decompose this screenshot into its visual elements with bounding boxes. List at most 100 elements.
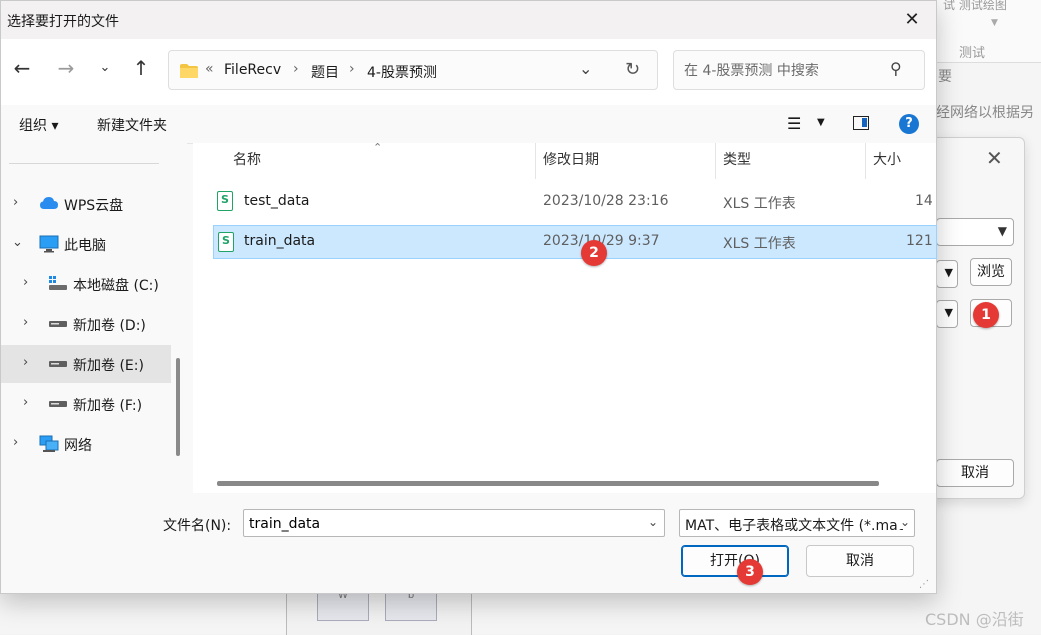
horizontal-scrollbar[interactable] (217, 481, 879, 486)
bg-ribbon: 试 测试绘图 ▼ 测试 (935, 0, 1041, 63)
cancel-button[interactable]: 取消 (806, 545, 914, 577)
bg-ribbon-label: 测试 (959, 46, 986, 61)
bg-select-caret-icon: ▼ (997, 224, 1007, 238)
expand-chevron-icon[interactable]: › (13, 435, 18, 450)
organize-menu[interactable]: 组织 ▾ (19, 115, 58, 135)
close-icon[interactable]: ✕ (896, 5, 928, 35)
bg-close-icon[interactable]: ✕ (986, 146, 1003, 170)
watermark: CSDN @沿街 (925, 610, 1024, 629)
bg-diagram: W b (286, 588, 472, 635)
file-name: train_data (244, 233, 316, 249)
drive-icon (49, 361, 67, 367)
column-header-type[interactable]: 类型 (723, 143, 751, 179)
filetype-dropdown-chevron-icon[interactable]: ⌄ (896, 515, 910, 529)
filename-label: 文件名(N): (163, 518, 232, 534)
command-toolbar: 组织 ▾ 新建文件夹 ☰ ▼ ? (1, 105, 936, 144)
column-header-name[interactable]: 名称 (233, 143, 261, 179)
preview-pane-icon[interactable] (853, 116, 869, 130)
up-arrow-icon[interactable]: ↑ (126, 53, 156, 83)
file-size: 14 (915, 193, 933, 209)
open-file-dialog: 选择要打开的文件 ✕ ← → ⌄ ↑ « FileRecv › 题目 › 4-股… (0, 0, 937, 594)
column-divider[interactable] (865, 143, 866, 179)
nav-item-this-pc[interactable]: ⌄ 此电脑 (1, 225, 171, 263)
folder-icon (180, 64, 198, 78)
bg-select-3[interactable]: ▼ (936, 300, 958, 328)
breadcrumb-separator-icon[interactable]: › (293, 61, 299, 77)
file-row-test-data[interactable]: S test_data 2023/10/28 23:16 XLS 工作表 14 (213, 185, 937, 219)
expand-chevron-icon[interactable]: › (23, 395, 28, 410)
xls-file-icon: S (217, 191, 233, 211)
cloud-icon (40, 197, 58, 209)
bg-ribbon-top-label: 试 测试绘图 (943, 0, 1007, 12)
drive-icon (49, 401, 67, 407)
expand-chevron-icon[interactable]: › (23, 315, 28, 330)
xls-file-icon: S (218, 232, 234, 252)
column-header-date[interactable]: 修改日期 (543, 143, 599, 179)
bg-cancel-button[interactable]: 取消 (936, 459, 1014, 487)
refresh-icon[interactable]: ↻ (625, 59, 640, 80)
file-name: test_data (244, 193, 310, 209)
filename-input[interactable] (247, 513, 631, 535)
nav-item-label: WPS云盘 (64, 198, 124, 214)
breadcrumb-stock-prediction[interactable]: 4-股票预测 (367, 62, 437, 82)
collapse-chevron-icon[interactable]: ⌄ (12, 235, 23, 250)
filename-dropdown-chevron-icon[interactable]: ⌄ (648, 515, 658, 529)
annotation-marker-1: 1 (973, 302, 999, 328)
expand-chevron-icon[interactable]: › (23, 275, 28, 290)
nav-divider (9, 163, 159, 164)
search-icon[interactable]: ⚲ (890, 59, 902, 78)
bg-select[interactable]: ▼ (936, 218, 1014, 246)
bg-text-line1: 要 (938, 69, 952, 85)
back-arrow-icon[interactable]: ← (7, 53, 37, 83)
new-folder-button[interactable]: 新建文件夹 (97, 115, 167, 135)
file-type: XLS 工作表 (723, 196, 796, 212)
drive-icon (49, 321, 67, 327)
bg-browse-button[interactable]: 浏览 (970, 258, 1012, 286)
help-icon[interactable]: ? (899, 114, 919, 134)
filetype-select[interactable]: MAT、电子表格或文本文件 (*.mat ⌄ (679, 509, 915, 537)
expand-chevron-icon[interactable]: › (13, 195, 18, 210)
overflow-chevron-icon[interactable]: « (205, 61, 214, 77)
nav-item-label: 网络 (64, 438, 92, 454)
nav-item-drive-c[interactable]: › 本地磁盘 (C:) (1, 265, 171, 303)
bg-select-2[interactable]: ▼ (936, 260, 958, 288)
column-divider[interactable] (715, 143, 716, 179)
nav-item-drive-f[interactable]: › 新加卷 (F:) (1, 385, 171, 423)
view-options-caret-icon[interactable]: ▼ (817, 117, 825, 128)
nav-item-drive-d[interactable]: › 新加卷 (D:) (1, 305, 171, 343)
address-bar[interactable]: « FileRecv › 题目 › 4-股票预测 ⌄ ↻ (168, 50, 658, 90)
nav-item-network[interactable]: › 网络 (1, 425, 171, 463)
drive-c-icon (49, 276, 67, 290)
open-button[interactable]: 打开(O) (681, 545, 789, 577)
search-input[interactable] (682, 59, 886, 83)
column-header-size[interactable]: 大小 (873, 143, 901, 179)
resize-grip-icon[interactable]: ⋰ (919, 579, 929, 590)
navigation-pane: › WPS云盘 ⌄ 此电脑 › 本地磁盘 (C:) › 新加卷 (D:) › 新… (1, 143, 187, 493)
file-date: 2023/10/28 23:16 (543, 193, 669, 209)
nav-item-label: 新加卷 (F:) (73, 398, 143, 414)
file-row-train-data[interactable]: S train_data 2023/10/29 9:37 XLS 工作表 121 (213, 225, 937, 259)
column-divider[interactable] (535, 143, 536, 179)
breadcrumb-filerecv[interactable]: FileRecv (224, 62, 281, 78)
breadcrumb-topic[interactable]: 题目 (311, 62, 339, 82)
search-box[interactable]: ⚲ (673, 50, 925, 90)
recent-locations-chevron-icon[interactable]: ⌄ (90, 53, 120, 83)
file-size: 121 (906, 233, 933, 249)
bottom-controls: 文件名(N): ⌄ MAT、电子表格或文本文件 (*.mat ⌄ 打开(O) 取… (1, 493, 936, 593)
nav-item-drive-e[interactable]: › 新加卷 (E:) (1, 345, 171, 383)
expand-chevron-icon[interactable]: › (23, 355, 28, 370)
address-dropdown-chevron-icon[interactable]: ⌄ (579, 59, 592, 78)
nav-item-wps-cloud[interactable]: › WPS云盘 (1, 185, 171, 223)
view-list-icon[interactable]: ☰ (787, 114, 801, 133)
bg-select-caret-icon: ▼ (944, 306, 953, 319)
breadcrumb-separator-icon[interactable]: › (349, 61, 355, 77)
sort-ascending-icon: ⌃ (373, 141, 383, 154)
nav-scrollbar[interactable] (176, 358, 180, 456)
forward-arrow-icon[interactable]: → (51, 53, 81, 83)
file-list: ⌃ 名称 修改日期 类型 大小 S test_data 2023/10/28 2… (193, 141, 937, 493)
filename-combobox[interactable]: ⌄ (243, 509, 665, 537)
nav-item-label: 此电脑 (64, 238, 106, 254)
nav-item-label: 新加卷 (E:) (73, 358, 144, 374)
annotation-marker-3: 3 (737, 559, 763, 585)
bg-select-caret-icon: ▼ (944, 266, 953, 279)
